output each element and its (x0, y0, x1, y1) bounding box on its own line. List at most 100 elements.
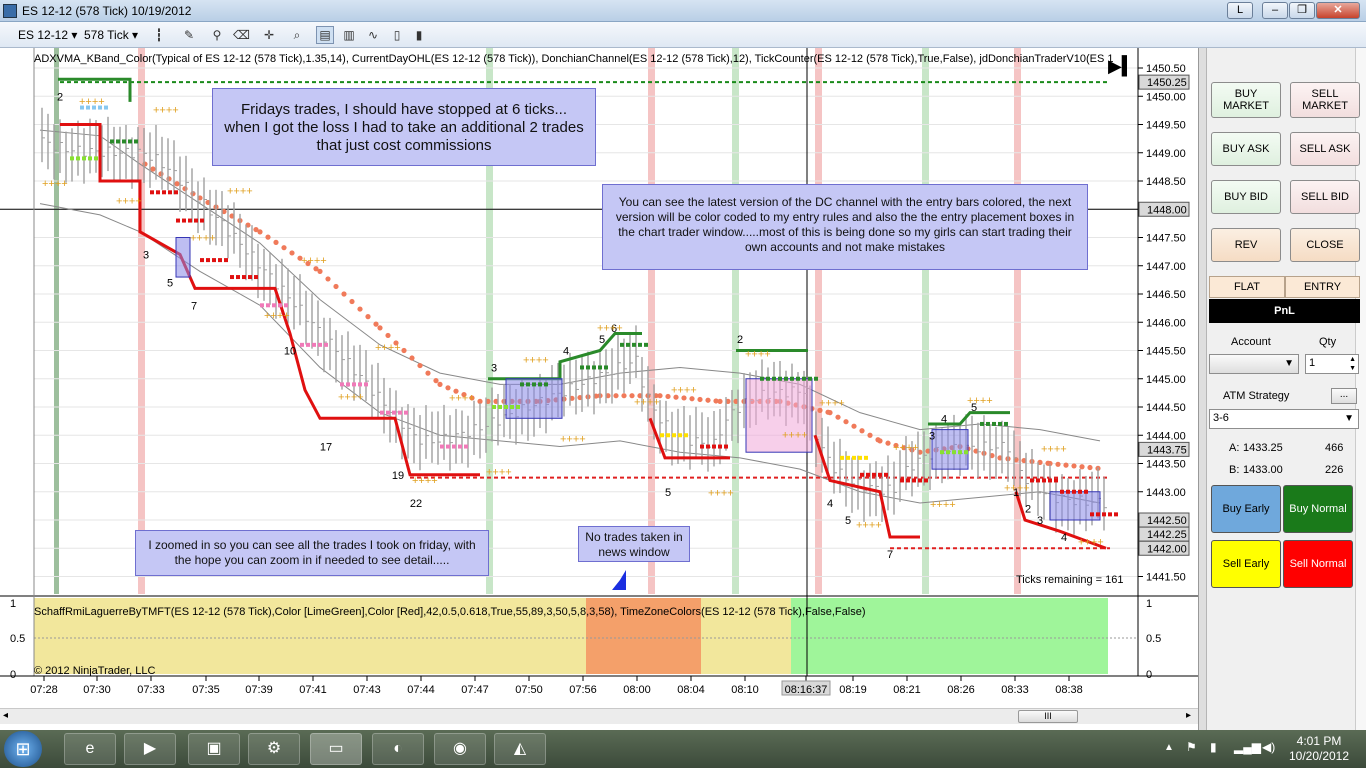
data-box-icon[interactable]: ▮ (410, 26, 428, 44)
price-axis-label: 1449.00 (1146, 148, 1186, 160)
scroll-right-icon[interactable]: ▸ (1186, 710, 1191, 721)
chart-trader-icon[interactable]: ▤ (316, 26, 334, 44)
internet-explorer-icon[interactable]: e (64, 733, 116, 765)
tray-expand-icon[interactable]: ▲ (1164, 742, 1174, 753)
adxvma-dot (150, 166, 156, 172)
buy-market-button[interactable]: BUY MARKET (1211, 82, 1281, 118)
media-center-icon[interactable]: ◐ (372, 733, 424, 765)
entry-marker (174, 190, 178, 195)
media-player-icon[interactable]: ▶ (124, 733, 176, 765)
buy-early-button[interactable]: Buy Early (1211, 485, 1281, 533)
entry-marker (200, 218, 204, 223)
adxvma-dot (158, 171, 164, 177)
chart-trader-panel: BUY MARKET SELL MARKET BUY ASK SELL ASK … (1198, 48, 1366, 730)
ninjatrader-icon[interactable]: ◭ (494, 733, 546, 765)
sell-early-button[interactable]: Sell Early (1211, 540, 1281, 588)
time-axis-label: 07:28 (30, 684, 58, 696)
volume-icon[interactable]: ◀) (1262, 740, 1275, 754)
adxvma-dot (333, 283, 339, 290)
entry-marker (858, 455, 862, 460)
horizontal-scrollbar[interactable]: ◂ III ▸ (0, 708, 1198, 724)
entry-marker (626, 342, 630, 347)
signal-icon[interactable]: ▂▄▆ (1234, 740, 1261, 754)
entry-marker (122, 139, 126, 144)
period-selector[interactable]: 578 Tick ▾ (84, 25, 138, 45)
trade-count-label: 4 (941, 413, 947, 425)
jump-to-end-icon[interactable]: ▶▍ (1108, 56, 1136, 77)
trade-count-label: 7 (887, 549, 893, 561)
indicators-icon[interactable]: ▥ (340, 26, 358, 44)
account-select[interactable]: ▼ (1209, 354, 1299, 374)
clock[interactable]: 4:01 PM 10/20/2012 (1284, 734, 1354, 764)
start-button-icon[interactable]: ⊞ (4, 731, 42, 767)
entry-marker (672, 433, 676, 438)
title-bar: ES 12-12 (578 Tick) 10/19/2012 L – ❐ ✕ (0, 0, 1366, 22)
windows-taskbar: ⊞ e ▶ ▣ ⚙ ▭ ◐ ◉ ◭ ▲ ⚑ ▮ ▂▄▆ ◀) 4:01 PM 1… (0, 730, 1366, 768)
sell-ask-button[interactable]: SELL ASK (1290, 132, 1360, 166)
sell-bid-button[interactable]: SELL BID (1290, 180, 1360, 214)
entry-marker (272, 303, 276, 308)
adxvma-dot (851, 423, 857, 429)
entry-marker (1054, 478, 1058, 483)
close-icon[interactable]: ✕ (1316, 2, 1360, 19)
entry-marker (1048, 478, 1052, 483)
stop-marker: ++++ (301, 255, 327, 267)
pin-icon[interactable]: ⚲ (208, 26, 226, 44)
flat-label: FLAT (1209, 276, 1285, 298)
tools-icon[interactable]: ⚙ (248, 733, 300, 765)
flag-icon[interactable]: ⚑ (1186, 740, 1197, 754)
adxvma-dot (1087, 464, 1093, 471)
instrument-selector[interactable]: ES 12-12 ▾ (18, 25, 77, 45)
properties-icon[interactable]: ▯ (388, 26, 406, 44)
pencil-icon[interactable]: ✎ (180, 26, 198, 44)
l-button[interactable]: L (1227, 2, 1253, 19)
trade-count-label: 17 (320, 442, 332, 454)
entry-marker (188, 218, 192, 223)
qty-spinner-icon[interactable]: ▲ ▼ (1349, 355, 1356, 373)
firefox-icon[interactable]: ◉ (434, 733, 486, 765)
atm-strategy-select[interactable]: 3-6 ▼ (1209, 409, 1359, 429)
chart-toolbar: ES 12-12 ▾ 578 Tick ▾ ┇ ✎ ⚲ ⌫ ✛ ⌕ ▤ ▥ ∿ … (0, 22, 1366, 48)
rev-button[interactable]: REV (1211, 228, 1281, 262)
crosshair-icon[interactable]: ✛ (260, 26, 278, 44)
buy-ask-button[interactable]: BUY ASK (1211, 132, 1281, 166)
splitter[interactable] (1199, 48, 1207, 730)
entry-marker (218, 258, 222, 263)
minimize-icon[interactable]: – (1262, 2, 1288, 19)
entry-marker (760, 376, 764, 381)
entry-marker (860, 472, 864, 477)
buy-normal-button[interactable]: Buy Normal (1283, 485, 1353, 533)
stop-marker: ++++ (486, 467, 512, 479)
adxvma-dot (697, 396, 703, 403)
maximize-icon[interactable]: ❐ (1289, 2, 1315, 19)
time-axis-label: 08:19 (839, 684, 867, 696)
buy-bid-button[interactable]: BUY BID (1211, 180, 1281, 214)
sell-market-button[interactable]: SELL MARKET (1290, 82, 1360, 118)
scroll-thumb[interactable]: III (1018, 710, 1078, 723)
zoom-icon[interactable]: ⌕ (288, 26, 306, 44)
entry-marker (364, 382, 368, 387)
adxvma-dot (166, 176, 172, 182)
file-explorer-icon[interactable]: ▭ (310, 733, 362, 765)
chart-panel[interactable]: 2 3 5 7 10 17 19 22 3 4 5 6 2 4 5 7 3 4 5 2 1 3 4 5 ++++ ++++ ++++… (0, 48, 1198, 730)
close-position-button[interactable]: CLOSE (1290, 228, 1360, 262)
chart-canvas[interactable]: 2357101719223456245734521345++++++++++++… (0, 48, 1198, 730)
entry-marker (538, 382, 542, 387)
atm-strategy-value: 3-6 (1213, 412, 1229, 424)
entry-marker (212, 258, 216, 263)
bar-type-icon[interactable]: ┇ (150, 26, 168, 44)
qty-input[interactable]: 1 ▲ ▼ (1305, 354, 1359, 374)
entry-marker (724, 444, 728, 449)
network-icon[interactable]: ▣ (188, 733, 240, 765)
clock-time: 4:01 PM (1296, 734, 1342, 748)
entry-marker (392, 410, 396, 415)
eraser-icon[interactable]: ⌫ (232, 26, 250, 44)
entry-marker (586, 365, 590, 370)
scroll-left-icon[interactable]: ◂ (3, 710, 8, 721)
battery-icon[interactable]: ▮ (1210, 740, 1217, 754)
entry-marker (718, 444, 722, 449)
strategies-icon[interactable]: ∿ (364, 26, 382, 44)
sell-normal-button[interactable]: Sell Normal (1283, 540, 1353, 588)
price-marker-label: 1450.25 (1147, 77, 1187, 89)
atm-more-button[interactable]: ... (1331, 388, 1357, 404)
